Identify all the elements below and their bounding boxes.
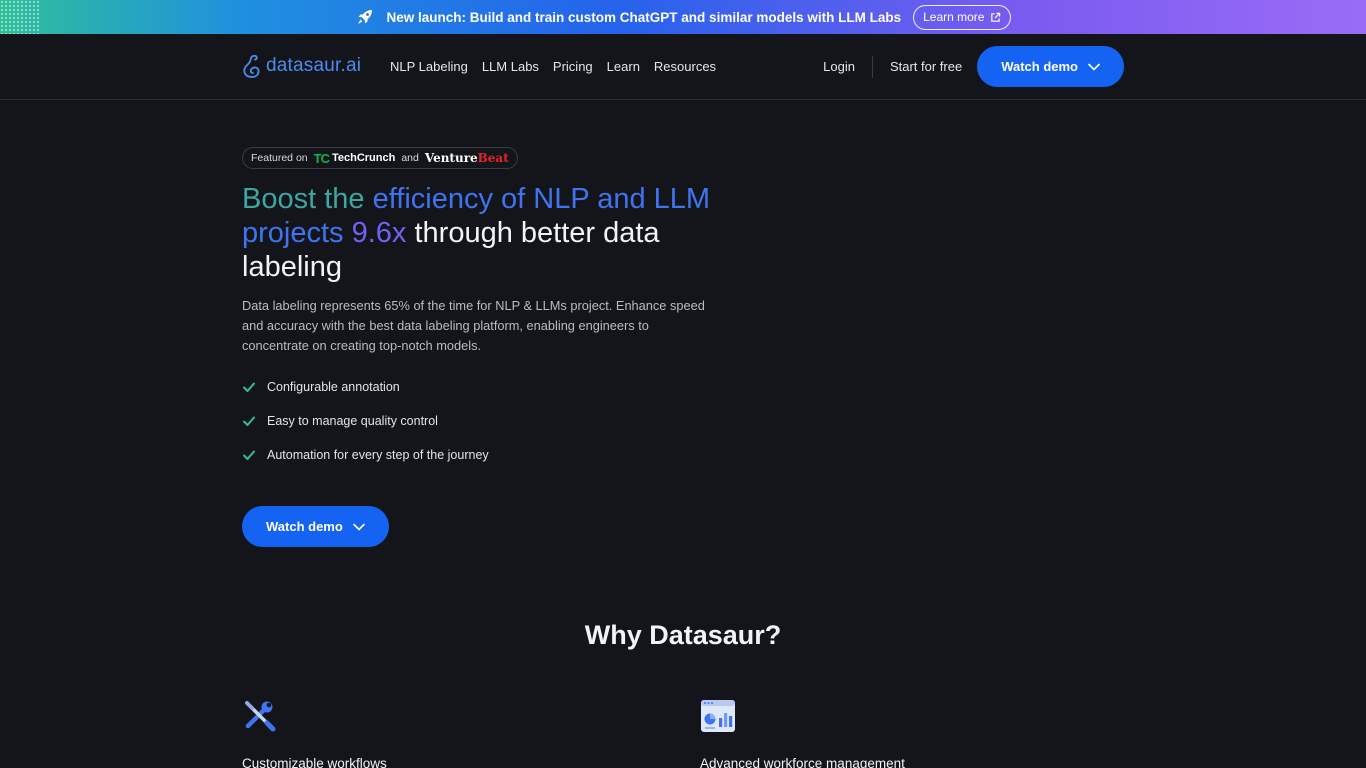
check-item-label: Configurable annotation <box>267 380 400 394</box>
logo-text: datasaur.ai <box>266 55 362 76</box>
logo[interactable]: datasaur.ai <box>242 53 361 79</box>
techcrunch-logo: TC TechCrunch <box>314 151 396 166</box>
learn-more-button[interactable]: Learn more <box>913 4 1012 30</box>
check-item-label: Automation for every step of the journey <box>267 448 489 462</box>
venturebeat-logo: VentureBeat <box>425 151 509 165</box>
watch-demo-label: Watch demo <box>1001 59 1078 74</box>
check-item: Easy to manage quality control <box>242 412 489 430</box>
featured-prefix: Featured on <box>251 152 308 164</box>
chevron-down-icon <box>353 523 365 531</box>
navbar: datasaur.ai NLP Labeling LLM Labs Pricin… <box>0 34 1366 100</box>
hero-watch-demo-label: Watch demo <box>266 519 343 534</box>
banner-dot-pattern <box>0 0 40 34</box>
venturebeat-venture: Venture <box>424 151 478 165</box>
external-link-icon <box>991 12 1001 22</box>
learn-more-label: Learn more <box>923 10 985 24</box>
nav-divider <box>871 55 873 78</box>
checkmark-icon <box>242 380 256 394</box>
nav-link-nlp-labeling[interactable]: NLP Labeling <box>390 59 468 74</box>
announcement-banner: New launch: Build and train custom ChatG… <box>0 0 1366 34</box>
hero-title-part-1: Boost the <box>242 183 373 215</box>
nav-actions: Login Start for free Watch demo <box>823 46 1124 87</box>
start-for-free-link[interactable]: Start for free <box>890 59 962 74</box>
watch-demo-button[interactable]: Watch demo <box>977 46 1124 87</box>
datasaur-logo-icon <box>243 54 260 78</box>
venturebeat-beat: Beat <box>477 151 509 165</box>
hero-watch-demo-button[interactable]: Watch demo <box>242 506 389 547</box>
nav-links: NLP Labeling LLM Labs Pricing Learn Reso… <box>390 59 716 74</box>
featured-badge: Featured on TC TechCrunch and VentureBea… <box>242 147 518 169</box>
wrench-screwdriver-icon <box>245 701 276 732</box>
rocket-icon <box>355 7 375 27</box>
nav-link-learn[interactable]: Learn <box>607 59 640 74</box>
banner-text: New launch: Build and train custom ChatG… <box>386 9 902 25</box>
feature-title: Customizable workflows <box>242 756 387 768</box>
feature-card-customizable-workflows: Customizable workflows <box>242 698 387 768</box>
hero-cta: Watch demo <box>242 506 389 547</box>
feature-title: Advanced workforce management <box>700 756 905 768</box>
checkmark-icon <box>242 448 256 462</box>
login-link[interactable]: Login <box>823 59 872 74</box>
check-item: Configurable annotation <box>242 378 489 396</box>
hero-title: Boost the efficiency of NLP and LLM proj… <box>242 182 712 284</box>
checkmark-icon <box>242 414 256 428</box>
nav-link-resources[interactable]: Resources <box>654 59 716 74</box>
chevron-down-icon <box>1088 63 1100 71</box>
why-section-title: Why Datasaur? <box>584 620 782 650</box>
hero-title-highlight: 9.6x <box>351 217 407 249</box>
nav-link-pricing[interactable]: Pricing <box>553 59 593 74</box>
nav-link-llm-labs[interactable]: LLM Labs <box>482 59 539 74</box>
check-item: Automation for every step of the journey <box>242 446 489 464</box>
check-item-label: Easy to manage quality control <box>267 414 438 428</box>
techcrunch-name: TechCrunch <box>331 152 396 164</box>
techcrunch-mark: TC <box>313 150 330 166</box>
dashboard-chart-icon <box>701 700 735 732</box>
featured-and: and <box>401 152 419 164</box>
hero-description: Data labeling represents 65% of the time… <box>242 298 705 353</box>
feature-checklist: Configurable annotation Easy to manage q… <box>242 378 489 480</box>
feature-card-workforce-management: Advanced workforce management <box>700 698 905 768</box>
